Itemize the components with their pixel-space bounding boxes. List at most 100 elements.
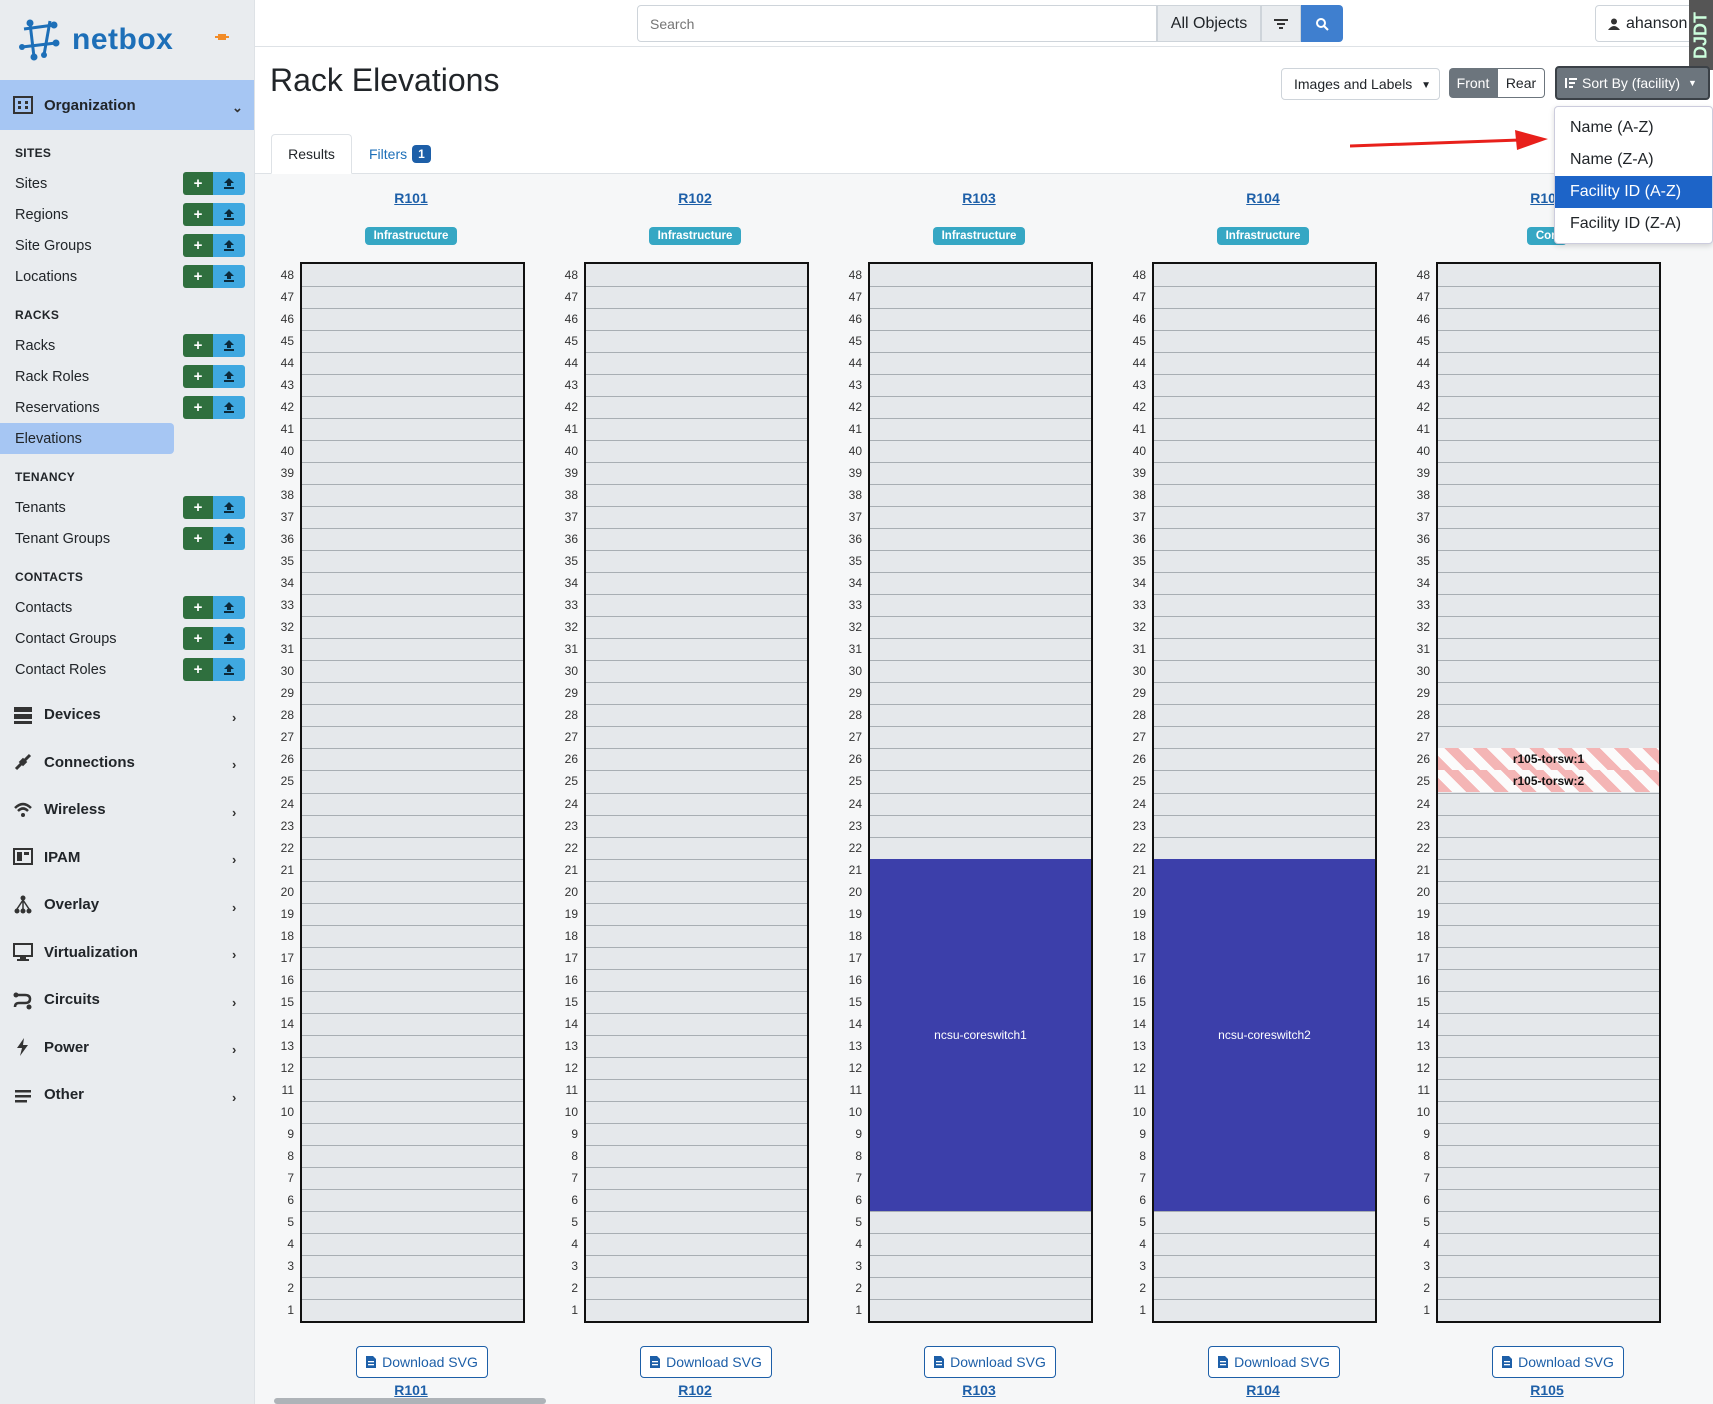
menu-connections[interactable]: Connections › <box>0 739 254 787</box>
add-racks-button[interactable]: + <box>183 334 213 357</box>
tab-filters[interactable]: Filters 1 <box>369 134 431 174</box>
import-locations-button[interactable] <box>213 265 245 288</box>
menu-circuits[interactable]: Circuits › <box>0 976 254 1024</box>
rack-name-footer-link[interactable]: R102 <box>584 1382 806 1398</box>
import-site-groups-button[interactable] <box>213 234 245 257</box>
rack-role-badge[interactable]: Infrastructure <box>648 227 742 245</box>
add-reservations-button[interactable]: + <box>183 396 213 419</box>
add-contact-groups-button[interactable]: + <box>183 627 213 650</box>
add-rack-roles-button[interactable]: + <box>183 365 213 388</box>
rack-unit-number: 4 <box>855 1236 862 1251</box>
sort-option-name-z-a[interactable]: Name (Z-A) <box>1555 144 1712 176</box>
add-site-groups-button[interactable]: + <box>183 234 213 257</box>
brand[interactable]: netbox <box>0 0 254 80</box>
sidebar-item-regions[interactable]: Regions + <box>0 199 254 230</box>
pin-icon[interactable] <box>215 32 229 42</box>
rack-name-footer-link[interactable]: R104 <box>1152 1382 1374 1398</box>
add-tenant-groups-button[interactable]: + <box>183 527 213 550</box>
import-tenant-groups-button[interactable] <box>213 527 245 550</box>
tab-results[interactable]: Results <box>271 134 352 174</box>
add-tenants-button[interactable]: + <box>183 496 213 519</box>
import-regions-button[interactable] <box>213 203 245 226</box>
import-tenants-button[interactable] <box>213 496 245 519</box>
add-contacts-button[interactable]: + <box>183 596 213 619</box>
menu-virtualization[interactable]: Virtualization › <box>0 929 254 977</box>
rack-unit-divider <box>1154 616 1375 618</box>
view-mode-select[interactable]: Images and Labels ▼ <box>1281 68 1440 100</box>
search-scope-select[interactable]: All Objects <box>1157 5 1261 42</box>
download-svg-button[interactable]: Download SVG <box>356 1346 488 1378</box>
rack-name-footer-link[interactable]: R103 <box>868 1382 1090 1398</box>
search-filter-button[interactable] <box>1261 5 1301 42</box>
rack-name-link[interactable]: R103 <box>868 190 1090 206</box>
add-locations-button[interactable]: + <box>183 265 213 288</box>
import-rack-roles-button[interactable] <box>213 365 245 388</box>
menu-devices[interactable]: Devices › <box>0 691 254 739</box>
add-regions-button[interactable]: + <box>183 203 213 226</box>
menu-overlay[interactable]: Overlay › <box>0 881 254 929</box>
sidebar-item-contact-roles[interactable]: Contact Roles + <box>0 654 254 685</box>
sidebar-item-label: Sites <box>15 175 48 192</box>
rack-role-badge[interactable]: Infrastructure <box>1216 227 1310 245</box>
rack-unit-number: 15 <box>564 994 578 1009</box>
rack-name-link[interactable]: R102 <box>584 190 806 206</box>
rack-unit-number: 13 <box>564 1038 578 1053</box>
rack-unit-divider <box>1154 330 1375 332</box>
horizontal-scrollbar[interactable] <box>274 1398 546 1404</box>
rack-reservation[interactable]: r105-torsw:1 <box>1438 748 1659 771</box>
rack-unit-divider <box>1438 396 1659 398</box>
add-sites-button[interactable]: + <box>183 172 213 195</box>
import-contacts-button[interactable] <box>213 596 245 619</box>
sort-option-facility-id-a-z[interactable]: Facility ID (A-Z) <box>1555 176 1712 208</box>
sidebar-item-locations[interactable]: Locations + <box>0 261 254 292</box>
rack-role-badge[interactable]: Infrastructure <box>932 227 1026 245</box>
sort-option-name-a-z[interactable]: Name (A-Z) <box>1555 112 1712 144</box>
menu-circuits-label: Circuits <box>44 991 100 1009</box>
sidebar-item-reservations[interactable]: Reservations + <box>0 392 254 423</box>
rack-reservation[interactable]: r105-torsw:2 <box>1438 770 1659 793</box>
rack-unit-divider <box>1438 990 1659 992</box>
download-svg-button[interactable]: Download SVG <box>1492 1346 1624 1378</box>
sidebar-item-rack-roles[interactable]: Rack Roles + <box>0 361 254 392</box>
rack-name-link[interactable]: R104 <box>1152 190 1374 206</box>
sidebar-item-sites[interactable]: Sites + <box>0 168 254 199</box>
sidebar-item-tenant-groups[interactable]: Tenant Groups + <box>0 523 254 554</box>
search-input[interactable] <box>637 5 1157 42</box>
sidebar-item-contact-groups[interactable]: Contact Groups + <box>0 623 254 654</box>
sidebar-item-tenants[interactable]: Tenants + <box>0 492 254 523</box>
rack-name-footer-link[interactable]: R105 <box>1436 1382 1658 1398</box>
sidebar-item-site-groups[interactable]: Site Groups + <box>0 230 254 261</box>
menu-power[interactable]: Power › <box>0 1024 254 1072</box>
add-contact-roles-button[interactable]: + <box>183 658 213 681</box>
rack-name-footer-link[interactable]: R101 <box>300 1382 522 1398</box>
sidebar-item-racks[interactable]: Racks + <box>0 330 254 361</box>
import-sites-button[interactable] <box>213 172 245 195</box>
sidebar-item-contacts[interactable]: Contacts + <box>0 592 254 623</box>
import-contact-groups-button[interactable] <box>213 627 245 650</box>
sort-option-facility-id-z-a[interactable]: Facility ID (Z-A) <box>1555 208 1712 240</box>
download-svg-button[interactable]: Download SVG <box>640 1346 772 1378</box>
rack-unit-divider <box>586 1078 807 1080</box>
menu-organization[interactable]: Organization ⌄ <box>0 80 254 130</box>
rack-name-link[interactable]: R101 <box>300 190 522 206</box>
rear-button[interactable]: Rear <box>1497 68 1545 98</box>
rack-role-badge[interactable]: Infrastructure <box>364 227 458 245</box>
menu-wireless[interactable]: Wireless › <box>0 786 254 834</box>
search-button[interactable] <box>1301 5 1343 42</box>
rack-device[interactable]: ncsu-coreswitch1 <box>870 858 1091 1211</box>
front-button[interactable]: Front <box>1449 68 1497 98</box>
sidebar-item-elevations[interactable]: Elevations <box>0 423 174 454</box>
import-racks-button[interactable] <box>213 334 245 357</box>
download-svg-button[interactable]: Download SVG <box>1208 1346 1340 1378</box>
menu-other[interactable]: Other › <box>0 1071 254 1119</box>
menu-ipam[interactable]: IPAM › <box>0 834 254 882</box>
rack-device[interactable]: ncsu-coreswitch2 <box>1154 858 1375 1211</box>
rack-unit-number: 30 <box>1416 664 1430 679</box>
import-reservations-button[interactable] <box>213 396 245 419</box>
debug-toolbar-tab[interactable]: DJDT <box>1689 0 1713 70</box>
rack-unit-divider <box>302 1100 523 1102</box>
sort-dropdown-button[interactable]: Sort By (facility) ▼ <box>1555 66 1710 100</box>
import-contact-roles-button[interactable] <box>213 658 245 681</box>
rack-role: Infrastructure <box>270 226 552 245</box>
download-svg-button[interactable]: Download SVG <box>924 1346 1056 1378</box>
